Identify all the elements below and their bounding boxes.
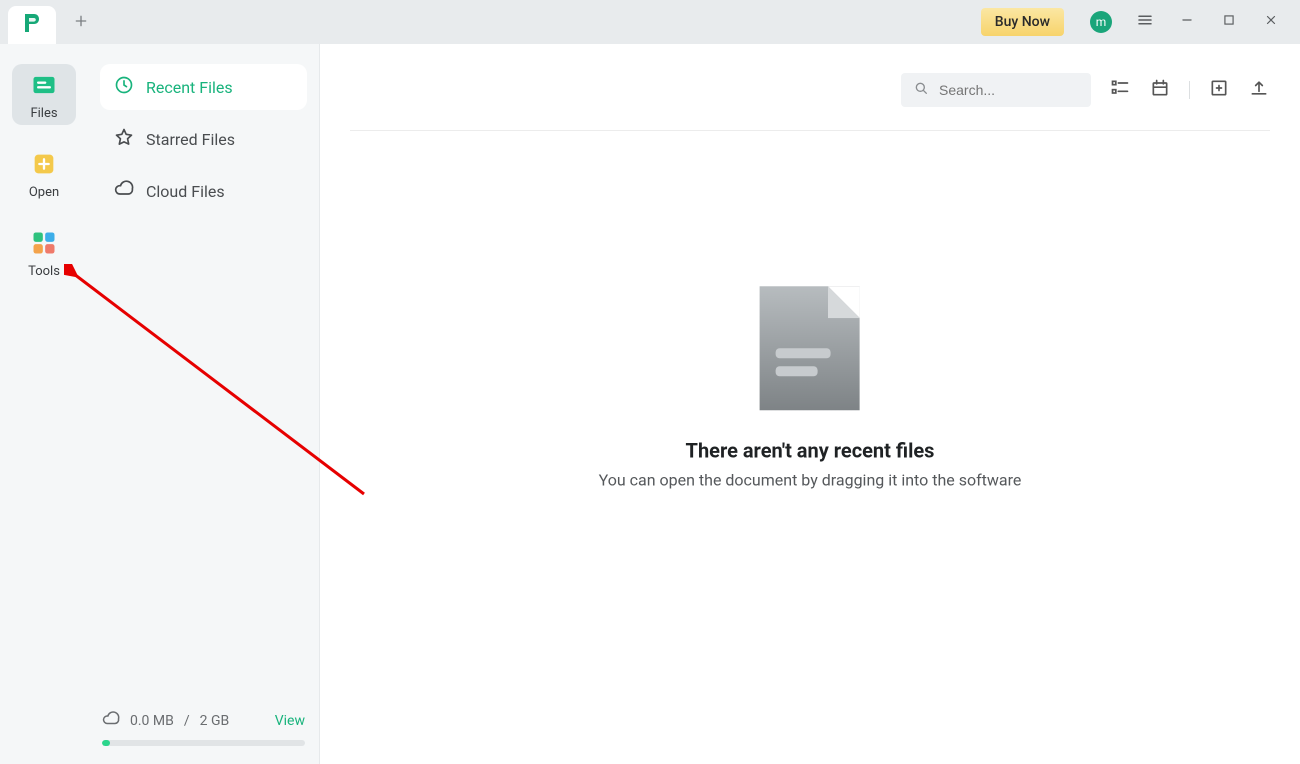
sidebar: Recent Files Starred Files Cloud Files 0… — [88, 44, 320, 764]
new-file-icon — [1209, 78, 1229, 102]
content-toolbar — [350, 72, 1270, 108]
buy-now-label: Buy Now — [995, 14, 1050, 30]
storage-view-link[interactable]: View — [275, 713, 305, 729]
cloud-icon — [102, 710, 120, 732]
window-close-button[interactable] — [1250, 0, 1292, 44]
main-content: There aren't any recent files You can op… — [320, 44, 1300, 764]
hamburger-icon — [1136, 11, 1154, 33]
list-icon — [1110, 78, 1130, 102]
storage-progress — [102, 740, 305, 746]
files-icon — [29, 70, 59, 100]
storage-progress-fill — [102, 740, 110, 746]
storage-panel: 0.0 MB / 2 GB View — [100, 704, 307, 756]
tools-icon — [29, 228, 59, 258]
empty-title: There aren't any recent files — [599, 438, 1022, 462]
plus-icon — [73, 10, 89, 34]
empty-state: There aren't any recent files You can op… — [599, 286, 1022, 489]
empty-subtitle: You can open the document by dragging it… — [599, 470, 1022, 489]
toolbar-divider — [1189, 81, 1190, 99]
upload-icon — [1249, 78, 1269, 102]
calendar-icon — [1150, 78, 1170, 102]
new-file-button[interactable] — [1208, 79, 1230, 101]
main-menu-button[interactable] — [1124, 0, 1166, 44]
empty-doc-icon — [760, 286, 860, 410]
clock-icon — [114, 75, 134, 99]
window-maximize-button[interactable] — [1208, 0, 1250, 44]
rail-item-label: Open — [29, 185, 59, 200]
star-icon — [114, 127, 134, 151]
titlebar: Buy Now m — [0, 0, 1300, 44]
avatar-initial: m — [1096, 15, 1107, 29]
storage-total: 2 GB — [200, 713, 230, 729]
left-rail: Files Open Tools — [0, 44, 88, 764]
rail-item-tools[interactable]: Tools — [12, 222, 76, 283]
rail-item-files[interactable]: Files — [12, 64, 76, 125]
active-tab[interactable] — [8, 6, 56, 44]
search-box[interactable] — [901, 73, 1091, 107]
open-icon — [29, 149, 59, 179]
calendar-button[interactable] — [1149, 79, 1171, 101]
sidebar-item-recent-files[interactable]: Recent Files — [100, 64, 307, 110]
sidebar-item-label: Cloud Files — [146, 182, 225, 201]
sidebar-item-starred-files[interactable]: Starred Files — [100, 116, 307, 162]
minimize-icon — [1180, 13, 1194, 31]
list-view-button[interactable] — [1109, 79, 1131, 101]
window-minimize-button[interactable] — [1166, 0, 1208, 44]
close-icon — [1264, 13, 1278, 31]
upload-button[interactable] — [1248, 79, 1270, 101]
rail-item-label: Files — [30, 106, 57, 121]
search-input[interactable] — [939, 82, 1079, 98]
new-tab-button[interactable] — [66, 7, 96, 37]
sidebar-item-cloud-files[interactable]: Cloud Files — [100, 168, 307, 214]
avatar[interactable]: m — [1090, 11, 1112, 33]
app-body: Files Open Tools Rec — [0, 44, 1300, 764]
search-icon — [913, 80, 929, 100]
toolbar-hr — [350, 130, 1270, 131]
maximize-icon — [1222, 13, 1236, 31]
sidebar-item-label: Starred Files — [146, 130, 235, 149]
rail-item-open[interactable]: Open — [12, 143, 76, 204]
app-logo-icon — [20, 11, 44, 39]
rail-item-label: Tools — [28, 264, 60, 279]
sidebar-item-label: Recent Files — [146, 78, 233, 97]
storage-used: 0.0 MB — [130, 713, 174, 729]
cloud-icon — [114, 179, 134, 203]
buy-now-button[interactable]: Buy Now — [981, 8, 1064, 36]
storage-sep: / — [184, 713, 190, 729]
